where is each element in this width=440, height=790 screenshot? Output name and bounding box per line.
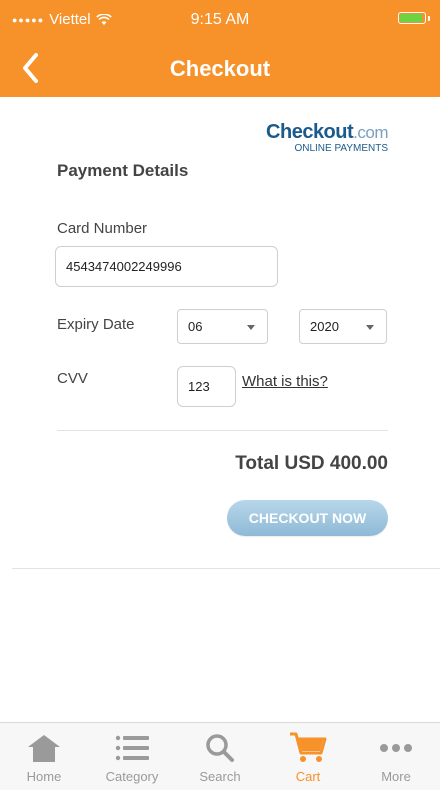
more-icon: [380, 744, 412, 752]
status-time: 9:15 AM: [190, 11, 250, 28]
cvv-label: CVV: [57, 370, 88, 387]
divider: [57, 430, 388, 431]
tab-cart[interactable]: Cart: [264, 723, 352, 790]
nav-bar: Checkout: [0, 44, 440, 94]
tab-category[interactable]: Category: [88, 723, 176, 790]
tab-more-label: More: [381, 769, 411, 784]
card-number-value: 4543474002249996: [66, 259, 182, 274]
tab-more[interactable]: More: [352, 723, 440, 790]
list-icon: [115, 735, 149, 761]
battery-icon: [398, 12, 430, 24]
card-number-input[interactable]: 4543474002249996: [55, 246, 278, 287]
brand-name: Checkout: [266, 121, 354, 143]
expiry-month-select[interactable]: 06: [177, 309, 268, 344]
expiry-date-label: Expiry Date: [57, 316, 135, 333]
tab-search[interactable]: Search: [176, 723, 264, 790]
card-number-label: Card Number: [57, 220, 148, 237]
dropdown-arrow-icon: [247, 324, 255, 330]
status-bar: ●●●●● Viettel 9:15 AM: [0, 0, 440, 40]
expiry-year-select[interactable]: 2020: [299, 309, 387, 344]
what-is-this-link[interactable]: What is this?: [242, 373, 328, 390]
tab-bar: Home Category Search Cart More: [0, 722, 440, 790]
checkout-com-logo: Checkout.com ONLINE PAYMENTS: [266, 122, 388, 154]
tab-home[interactable]: Home: [0, 723, 88, 790]
brand-tagline: ONLINE PAYMENTS: [294, 143, 388, 154]
home-icon: [28, 735, 60, 762]
divider: [12, 568, 440, 569]
brand-suffix: .com: [353, 123, 388, 142]
search-icon: [206, 734, 234, 762]
page-title: Checkout: [169, 56, 271, 81]
cvv-input[interactable]: 123: [177, 366, 236, 407]
cvv-value: 123: [188, 379, 210, 394]
tab-category-label: Category: [105, 769, 159, 784]
expiry-year-value: 2020: [310, 319, 339, 334]
dropdown-arrow-icon: [366, 324, 374, 330]
app-header: ●●●●● Viettel 9:15 AM Checkout: [0, 0, 440, 97]
checkout-now-button[interactable]: CHECKOUT NOW: [227, 500, 388, 536]
cart-icon: [290, 732, 327, 762]
tab-search-label: Search: [199, 769, 241, 784]
expiry-month-value: 06: [188, 319, 203, 334]
order-total: Total USD 400.00: [235, 453, 388, 474]
payment-details-title: Payment Details: [57, 161, 189, 180]
tab-cart-label: Cart: [295, 769, 321, 784]
tab-home-label: Home: [26, 769, 62, 784]
